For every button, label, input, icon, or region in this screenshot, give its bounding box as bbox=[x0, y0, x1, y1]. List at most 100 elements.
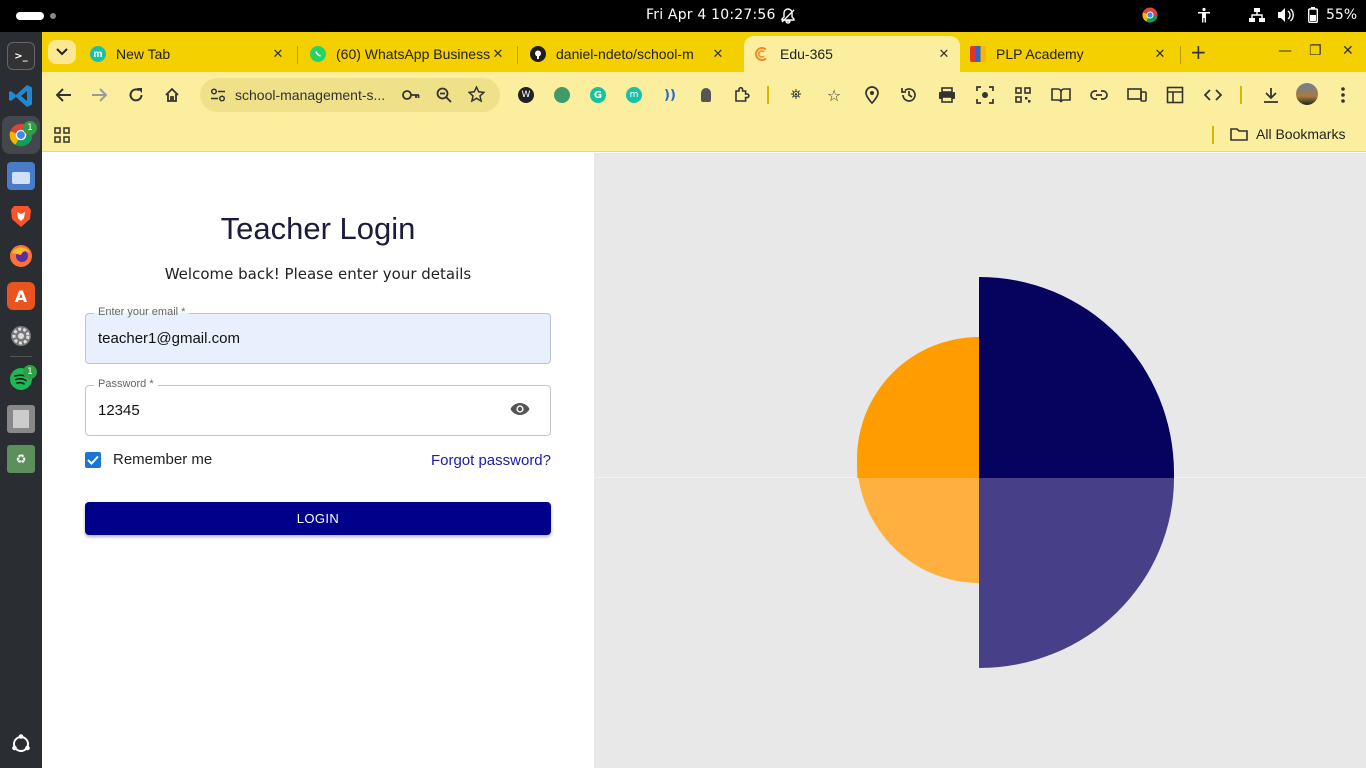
tab-plp-academy[interactable]: PLP Academy ✕ bbox=[960, 36, 1176, 72]
toolbar-separator bbox=[767, 86, 769, 104]
cast-devices-icon[interactable] bbox=[1126, 84, 1148, 106]
print-icon[interactable] bbox=[936, 84, 958, 106]
history-icon[interactable] bbox=[898, 84, 920, 106]
apps-grid-icon[interactable] bbox=[54, 127, 70, 143]
close-tab-icon[interactable]: ✕ bbox=[1152, 46, 1168, 62]
reading-mode-icon[interactable] bbox=[1050, 84, 1072, 106]
developer-tools-icon[interactable] bbox=[1202, 84, 1224, 106]
email-field[interactable]: Enter your email * bbox=[85, 306, 551, 364]
clock[interactable]: Fri Apr 4 10:27:56 bbox=[646, 7, 776, 23]
site-settings-icon[interactable] bbox=[210, 88, 226, 102]
decorative-art-panel bbox=[594, 153, 1366, 768]
tab-github[interactable]: daniel-ndeto/school-m ✕ bbox=[520, 36, 734, 72]
close-window-button[interactable]: ✕ bbox=[1342, 43, 1354, 59]
trash-icon[interactable]: ♻ bbox=[7, 445, 35, 473]
show-apps-icon[interactable] bbox=[7, 730, 35, 758]
files-icon[interactable] bbox=[7, 162, 35, 190]
downloads-icon[interactable] bbox=[1260, 84, 1282, 106]
page-title: Teacher Login bbox=[220, 211, 416, 246]
arrow-left-icon bbox=[56, 88, 71, 102]
maximize-button[interactable]: ❐ bbox=[1309, 43, 1322, 59]
brave-icon[interactable] bbox=[7, 202, 35, 230]
settings-icon[interactable] bbox=[7, 322, 35, 350]
chrome-tray-icon[interactable] bbox=[1142, 7, 1158, 23]
close-tab-icon[interactable]: ✕ bbox=[710, 46, 726, 62]
system-top-bar: Fri Apr 4 10:27:56 55% bbox=[0, 0, 1366, 32]
location-pin-icon[interactable] bbox=[861, 84, 883, 106]
forward-button[interactable] bbox=[88, 84, 110, 106]
qr-code-icon[interactable] bbox=[1012, 84, 1034, 106]
wordtune-extension-icon[interactable]: W bbox=[515, 84, 537, 106]
battery-icon[interactable] bbox=[1308, 7, 1318, 23]
url-text[interactable]: school-management-s... bbox=[235, 87, 393, 103]
volume-icon[interactable] bbox=[1277, 7, 1295, 23]
new-tab-button[interactable]: + bbox=[1190, 42, 1207, 62]
tab-search-button[interactable] bbox=[48, 40, 76, 64]
checkmark-icon bbox=[87, 455, 99, 465]
password-field[interactable]: Password * bbox=[85, 378, 551, 436]
incognito-icon[interactable]: ⛯ bbox=[785, 84, 807, 106]
whatsapp-icon bbox=[310, 46, 326, 62]
tab-layout-icon[interactable] bbox=[1164, 84, 1186, 106]
network-icon[interactable] bbox=[1248, 7, 1266, 23]
forgot-password-link[interactable]: Forgot password? bbox=[431, 452, 551, 469]
email-input[interactable] bbox=[98, 330, 498, 347]
notification-bell-icon[interactable] bbox=[781, 8, 795, 24]
android-extension-icon[interactable] bbox=[551, 84, 573, 106]
bookmarks-separator bbox=[1212, 126, 1214, 144]
close-tab-icon[interactable]: ✕ bbox=[270, 46, 286, 62]
all-bookmarks-label: All Bookmarks bbox=[1256, 126, 1346, 142]
close-tab-icon[interactable]: ✕ bbox=[936, 46, 952, 62]
minimize-button[interactable]: — bbox=[1278, 43, 1292, 59]
bookmark-star-icon[interactable] bbox=[468, 86, 485, 103]
maxai-extension-icon[interactable]: m bbox=[623, 84, 645, 106]
login-button[interactable]: LOGIN bbox=[85, 502, 551, 535]
app-center-icon[interactable]: A bbox=[7, 282, 35, 310]
grammarly-extension-icon[interactable]: G bbox=[587, 84, 609, 106]
read-aloud-extension-icon[interactable]: )) bbox=[659, 84, 681, 106]
web-page: Teacher Login Welcome back! Please enter… bbox=[42, 153, 1366, 768]
orange-upper-quarter bbox=[857, 337, 979, 478]
tab-edu-365[interactable]: Edu-365 ✕ bbox=[744, 36, 960, 72]
workspace-indicator bbox=[50, 13, 56, 19]
tab-whatsapp[interactable]: (60) WhatsApp Business ✕ bbox=[300, 36, 514, 72]
tab-title: daniel-ndeto/school-m bbox=[556, 46, 694, 62]
reload-button[interactable] bbox=[125, 84, 147, 106]
tab-new-tab[interactable]: m New Tab ✕ bbox=[80, 36, 294, 72]
tab-title: New Tab bbox=[116, 46, 171, 62]
accessibility-icon[interactable] bbox=[1196, 7, 1212, 23]
decorative-shapes bbox=[857, 276, 1174, 668]
screenshot-icon[interactable] bbox=[974, 84, 996, 106]
lightbulb-extension-icon[interactable] bbox=[695, 84, 717, 106]
key-icon[interactable] bbox=[402, 89, 420, 101]
back-button[interactable] bbox=[53, 84, 75, 106]
firefox-icon[interactable] bbox=[7, 242, 35, 270]
file-manager-icon[interactable] bbox=[7, 405, 35, 433]
profile-avatar[interactable] bbox=[1296, 83, 1318, 105]
eye-icon[interactable] bbox=[510, 402, 530, 416]
address-bar[interactable]: school-management-s... bbox=[200, 78, 500, 112]
folder-icon bbox=[1230, 128, 1248, 141]
favorites-star-icon[interactable]: ☆ bbox=[823, 84, 845, 106]
dock-separator bbox=[10, 356, 32, 357]
zoom-icon[interactable] bbox=[436, 87, 452, 103]
remember-checkbox[interactable] bbox=[85, 451, 101, 468]
remember-me[interactable]: Remember me bbox=[85, 451, 212, 468]
terminal-icon[interactable]: >_ bbox=[7, 42, 35, 70]
tab-title: (60) WhatsApp Business bbox=[336, 46, 491, 62]
plp-academy-icon bbox=[970, 46, 986, 62]
tab-separator bbox=[297, 46, 298, 64]
extensions-puzzle-icon[interactable] bbox=[731, 84, 753, 106]
browser-menu-icon[interactable] bbox=[1332, 84, 1354, 106]
remember-label: Remember me bbox=[113, 451, 213, 468]
chrome-badge: 1 bbox=[23, 121, 37, 135]
reload-icon bbox=[129, 88, 143, 102]
home-button[interactable] bbox=[161, 84, 183, 106]
all-bookmarks-button[interactable]: All Bookmarks bbox=[1230, 126, 1345, 142]
password-input[interactable] bbox=[98, 402, 498, 419]
activities-button[interactable] bbox=[16, 12, 44, 20]
copy-link-icon[interactable] bbox=[1088, 84, 1110, 106]
vscode-icon[interactable] bbox=[7, 82, 35, 110]
close-tab-icon[interactable]: ✕ bbox=[490, 46, 506, 62]
email-field-label: Enter your email * bbox=[94, 306, 190, 318]
